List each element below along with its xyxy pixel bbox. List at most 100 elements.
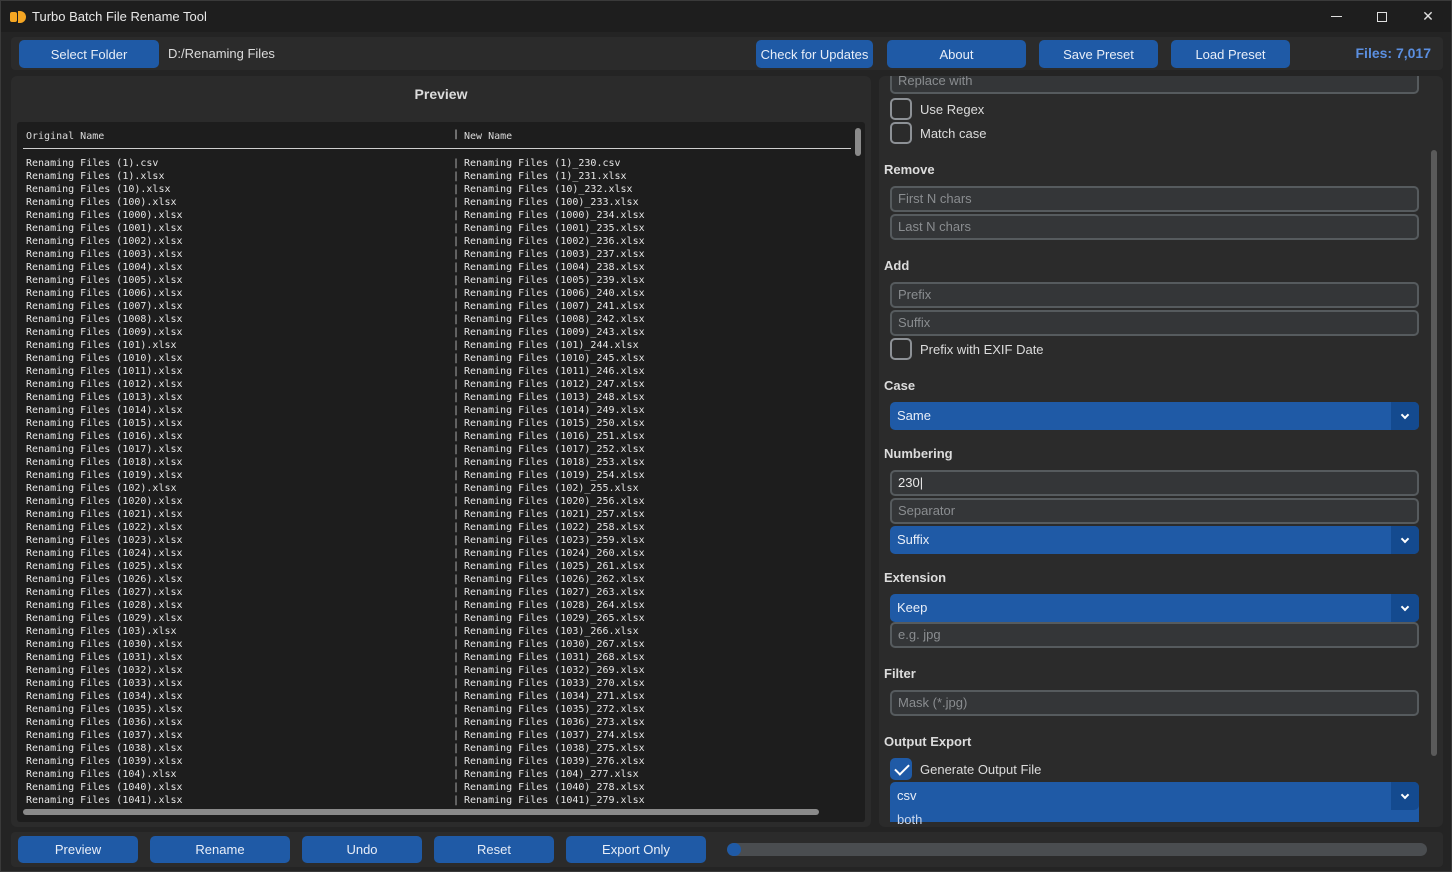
row-separator: | [453,379,460,390]
table-row: Renaming Files (1030).xlsx | Renaming File… [17,638,847,651]
table-row: Renaming Files (1022).xlsx | Renaming File… [17,521,847,534]
chevron-down-icon[interactable] [1391,526,1419,554]
maximize-icon[interactable] [1359,1,1405,32]
table-row: Renaming Files (1).csv | Renaming Files (1… [17,157,847,170]
match-case-checkbox[interactable]: Match case [890,121,986,145]
vertical-scrollbar[interactable] [855,128,861,156]
prefix-field[interactable]: Prefix [890,282,1419,308]
suffix-field[interactable]: Suffix [890,310,1419,336]
table-row: Renaming Files (1026).xlsx | Renaming File… [17,573,847,586]
table-row: Renaming Files (1006).xlsx | Renaming File… [17,287,847,300]
save-preset-button[interactable]: Save Preset [1039,40,1158,68]
checkbox-box[interactable] [890,338,912,360]
original-name-cell: Renaming Files (1009).xlsx [26,327,183,338]
original-name-cell: Renaming Files (1).csv [26,158,159,169]
checkbox-label: Generate Output File [920,761,1042,777]
new-name-cell: Renaming Files (1034)_271.xlsx [464,691,645,702]
reset-button[interactable]: Reset [434,836,554,863]
extension-field[interactable]: e.g. jpg [890,622,1419,648]
original-name-cell: Renaming Files (1017).xlsx [26,444,183,455]
checkbox-box[interactable] [890,122,912,144]
row-separator: | [453,717,460,728]
files-count: Files: 7,017 [1355,45,1432,61]
table-row: Renaming Files (1019).xlsx | Renaming File… [17,469,847,482]
original-name-cell: Renaming Files (103).xlsx [26,626,177,637]
check-updates-button[interactable]: Check for Updates [756,40,873,68]
table-row: Renaming Files (1034).xlsx | Renaming File… [17,690,847,703]
close-icon[interactable]: ✕ [1405,1,1451,32]
replace-with-field[interactable]: Replace with [890,76,1419,94]
undo-button[interactable]: Undo [302,836,422,863]
last-n-chars-field[interactable]: Last N chars [890,214,1419,240]
original-name-cell: Renaming Files (1014).xlsx [26,405,183,416]
first-n-chars-field[interactable]: First N chars [890,186,1419,212]
numbering-position-dropdown[interactable]: Suffix [890,526,1419,554]
numbering-start-field[interactable]: 230| [890,470,1419,496]
original-name-cell: Renaming Files (1028).xlsx [26,600,183,611]
original-name-cell: Renaming Files (1031).xlsx [26,652,183,663]
row-separator: | [453,470,460,481]
preview-table[interactable]: Original Name | New Name Renaming Files … [17,122,865,822]
row-separator: | [453,418,460,429]
chevron-down-icon[interactable] [1391,782,1419,810]
about-button[interactable]: About [887,40,1026,68]
row-separator: | [453,522,460,533]
row-separator: | [453,301,460,312]
horizontal-scrollbar[interactable] [23,809,819,815]
filter-mask-field[interactable]: Mask (*.jpg) [890,690,1419,716]
row-separator: | [453,353,460,364]
use-regex-checkbox[interactable]: Use Regex [890,97,984,121]
output-format-next-option[interactable]: both [897,806,922,824]
extension-mode-dropdown[interactable]: Keep [890,594,1419,622]
table-row: Renaming Files (1013).xlsx | Renaming File… [17,391,847,404]
chevron-down-icon[interactable] [1391,402,1419,430]
table-row: Renaming Files (1).xlsx | Renaming Files (… [17,170,847,183]
options-scrollbar[interactable] [1431,150,1437,756]
select-folder-button[interactable]: Select Folder [19,40,159,68]
original-name-cell: Renaming Files (1019).xlsx [26,470,183,481]
original-name-cell: Renaming Files (1029).xlsx [26,613,183,624]
row-separator: | [453,548,460,559]
table-row: Renaming Files (1015).xlsx | Renaming File… [17,417,847,430]
original-name-cell: Renaming Files (1012).xlsx [26,379,183,390]
window-title: Turbo Batch File Rename Tool [32,9,207,24]
minimize-icon[interactable] [1313,1,1359,32]
generate-output-checkbox[interactable]: Generate Output File [890,757,1041,781]
new-name-cell: Renaming Files (1012)_247.xlsx [464,379,645,390]
output-format-value: csv [897,788,917,803]
table-row: Renaming Files (1033).xlsx | Renaming File… [17,677,847,690]
table-row: Renaming Files (1040).xlsx | Renaming File… [17,781,847,794]
original-name-cell: Renaming Files (1007).xlsx [26,301,183,312]
original-name-cell: Renaming Files (101).xlsx [26,340,177,351]
row-separator: | [453,366,460,377]
checkbox-label: Match case [920,125,987,141]
new-name-cell: Renaming Files (1031)_268.xlsx [464,652,645,663]
checkbox-box[interactable] [890,98,912,120]
checkmark-icon[interactable] [890,758,912,780]
case-dropdown[interactable]: Same [890,402,1419,430]
chevron-down-icon[interactable] [1391,594,1419,622]
row-separator: | [453,509,460,520]
new-name-cell: Renaming Files (1004)_238.xlsx [464,262,645,273]
new-name-cell: Renaming Files (1032)_269.xlsx [464,665,645,676]
export-only-button[interactable]: Export Only [566,836,706,863]
row-separator: | [453,665,460,676]
load-preset-button[interactable]: Load Preset [1171,40,1290,68]
table-row: Renaming Files (1016).xlsx | Renaming File… [17,430,847,443]
row-separator: | [453,262,460,273]
table-row: Renaming Files (1007).xlsx | Renaming File… [17,300,847,313]
table-row: Renaming Files (1039).xlsx | Renaming File… [17,755,847,768]
output-format-dropdown[interactable]: csv both [890,782,1419,824]
new-name-cell: Renaming Files (1021)_257.xlsx [464,509,645,520]
row-separator: | [453,483,460,494]
table-row: Renaming Files (1025).xlsx | Renaming File… [17,560,847,573]
rename-button[interactable]: Rename [150,836,290,863]
new-name-cell: Renaming Files (1014)_249.xlsx [464,405,645,416]
new-name-cell: Renaming Files (1011)_246.xlsx [464,366,645,377]
exif-date-checkbox[interactable]: Prefix with EXIF Date [890,337,1044,361]
new-name-cell: Renaming Files (1005)_239.xlsx [464,275,645,286]
new-name-cell: Renaming Files (1)_231.xlsx [464,171,627,182]
preview-button[interactable]: Preview [18,836,138,863]
separator-field[interactable]: Separator [890,498,1419,524]
progress-fill [727,843,741,856]
